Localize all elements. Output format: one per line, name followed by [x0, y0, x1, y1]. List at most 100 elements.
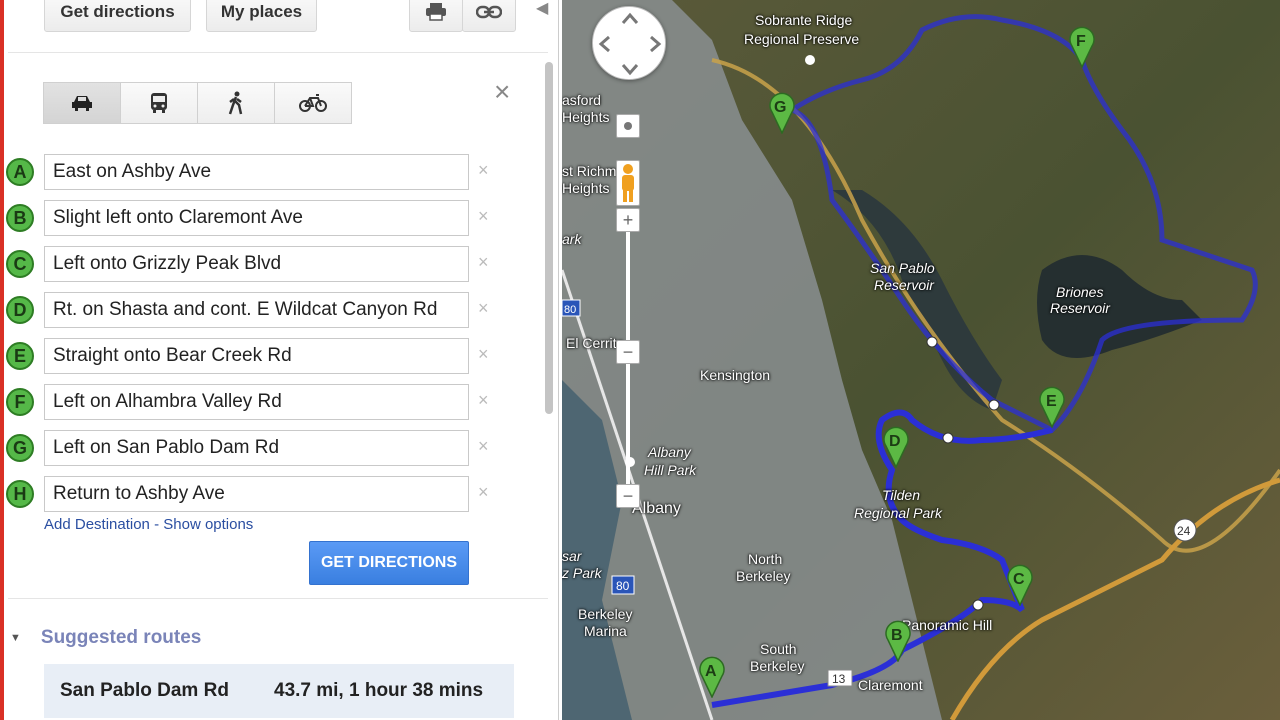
map-label-park: ark	[562, 231, 582, 247]
stop-marker-g[interactable]: G	[6, 434, 34, 462]
map-label-albany-hill-2: Hill Park	[644, 462, 697, 478]
map-label-panoramic-hill: Panoramic Hill	[902, 617, 993, 633]
stop-row: H×	[4, 476, 504, 512]
add-destination-link[interactable]: Add Destination	[44, 516, 150, 533]
stop-marker-e[interactable]: E	[6, 342, 34, 370]
stop-input-e[interactable]	[44, 338, 469, 374]
recenter-button[interactable]	[616, 114, 640, 138]
map-label-north-berkeley: North	[748, 551, 783, 567]
map-label-claremont: Claremont	[858, 677, 923, 693]
svg-text:A: A	[705, 663, 717, 680]
mode-walking[interactable]	[197, 82, 275, 124]
remove-stop-icon[interactable]: ×	[478, 160, 489, 181]
stop-input-a[interactable]	[44, 154, 469, 190]
suggested-routes-header[interactable]: ▼ Suggested routes	[10, 627, 201, 649]
map-label-north-berkeley-2: Berkeley	[736, 568, 791, 584]
hwy-24-number: 24	[1177, 524, 1191, 538]
marker-f[interactable]: F	[1068, 24, 1096, 69]
stop-input-d[interactable]	[44, 292, 469, 328]
hwy-80-number: 80	[616, 579, 630, 593]
waypoint-dot[interactable]	[942, 432, 954, 444]
get-directions-button[interactable]: GET DIRECTIONS	[309, 541, 469, 585]
scrollbar-thumb[interactable]	[545, 62, 553, 414]
waypoint-dot[interactable]	[926, 336, 938, 348]
map-label-berkeley-marina-2: Marina	[584, 623, 627, 639]
stop-input-c[interactable]	[44, 246, 469, 282]
marker-d[interactable]: D	[882, 424, 910, 469]
stop-marker-c[interactable]: C	[6, 250, 34, 278]
remove-stop-icon[interactable]: ×	[478, 390, 489, 411]
map-label-san-pablo: San Pablo	[870, 260, 935, 276]
stop-input-h[interactable]	[44, 476, 469, 512]
svg-text:B: B	[891, 627, 903, 644]
street-view-pegman[interactable]	[616, 160, 640, 206]
map-label-z-park: z Park	[562, 565, 602, 581]
stop-marker-f[interactable]: F	[6, 388, 34, 416]
mode-bicycling[interactable]	[274, 82, 352, 124]
route-option[interactable]: San Pablo Dam Rd 43.7 mi, 1 hour 38 mins	[44, 664, 514, 718]
my-places-tab[interactable]: My places	[206, 0, 317, 32]
pin-g-icon: G	[769, 92, 795, 135]
show-options-link[interactable]: Show options	[163, 516, 253, 533]
stop-row: E×	[4, 338, 504, 374]
zoom-in-button[interactable]: +	[616, 208, 640, 232]
map-label-hasford: asford	[562, 92, 601, 108]
map-label-sobrante-2: Regional Preserve	[744, 31, 860, 47]
zoom-slider-handle[interactable]: −	[616, 340, 640, 364]
waypoint-dot[interactable]	[972, 599, 984, 611]
hwy-13-number: 13	[832, 672, 846, 686]
map-label-osar: sar	[562, 548, 582, 564]
travel-mode-selector	[43, 82, 352, 124]
remove-stop-icon[interactable]: ×	[478, 436, 489, 457]
get-directions-tab[interactable]: Get directions	[44, 0, 191, 32]
waypoint-dot[interactable]	[988, 399, 1000, 411]
remove-stop-icon[interactable]: ×	[478, 344, 489, 365]
stop-row: C×	[4, 246, 504, 282]
map-view[interactable]: 80 80 13 24 Sobrante Ridge Regional Pres…	[562, 0, 1280, 720]
marker-g[interactable]: G	[768, 90, 796, 135]
stop-marker-b[interactable]: B	[6, 204, 34, 232]
map-label-south-berkeley-2: Berkeley	[750, 658, 805, 674]
pin-b-icon: B	[885, 620, 911, 663]
map-label-east-richmond-2: Heights	[562, 180, 610, 196]
remove-stop-icon[interactable]: ×	[478, 252, 489, 273]
stop-row: D×	[4, 292, 504, 328]
stop-marker-d[interactable]: D	[6, 296, 34, 324]
stop-input-f[interactable]	[44, 384, 469, 420]
pan-control[interactable]	[592, 6, 666, 80]
close-directions-icon[interactable]: ×	[494, 76, 510, 108]
bicycle-icon	[299, 94, 327, 112]
suggested-routes-heading: Suggested routes	[40, 627, 202, 648]
svg-text:D: D	[889, 433, 901, 450]
stop-marker-h[interactable]: H	[6, 480, 34, 508]
zoom-out-button[interactable]: −	[616, 484, 640, 508]
expand-triangle-icon: ▼	[10, 632, 21, 644]
mode-driving[interactable]	[43, 82, 121, 124]
route-name: San Pablo Dam Rd	[60, 680, 229, 701]
stop-input-g[interactable]	[44, 430, 469, 466]
stop-row: G×	[4, 430, 504, 466]
collapse-panel-icon[interactable]: ◀	[536, 0, 548, 18]
map-label-briones: Briones	[1056, 284, 1104, 300]
link-icon	[476, 5, 502, 19]
map-label-berkeley-marina: Berkeley	[578, 606, 633, 622]
remove-stop-icon[interactable]: ×	[478, 298, 489, 319]
stop-input-b[interactable]	[44, 200, 469, 236]
hwy-80-number: 80	[564, 304, 576, 316]
panel-scrollbar[interactable]	[542, 60, 556, 720]
remove-stop-icon[interactable]: ×	[478, 206, 489, 227]
map-label-east-richmond: st Richm	[562, 163, 617, 179]
remove-stop-icon[interactable]: ×	[478, 482, 489, 503]
marker-b[interactable]: B	[884, 618, 912, 663]
link-button[interactable]	[462, 0, 516, 32]
mode-transit[interactable]	[120, 82, 198, 124]
marker-a[interactable]: A	[698, 654, 726, 699]
marker-e[interactable]: E	[1038, 384, 1066, 429]
print-button[interactable]	[409, 0, 463, 32]
stop-row: A×	[4, 154, 504, 190]
stop-marker-a[interactable]: A	[6, 158, 34, 186]
marker-c[interactable]: C	[1006, 562, 1034, 607]
map-label-sobrante: Sobrante Ridge	[755, 12, 853, 28]
map-label-south-berkeley: South	[760, 641, 797, 657]
svg-text:F: F	[1076, 33, 1086, 50]
